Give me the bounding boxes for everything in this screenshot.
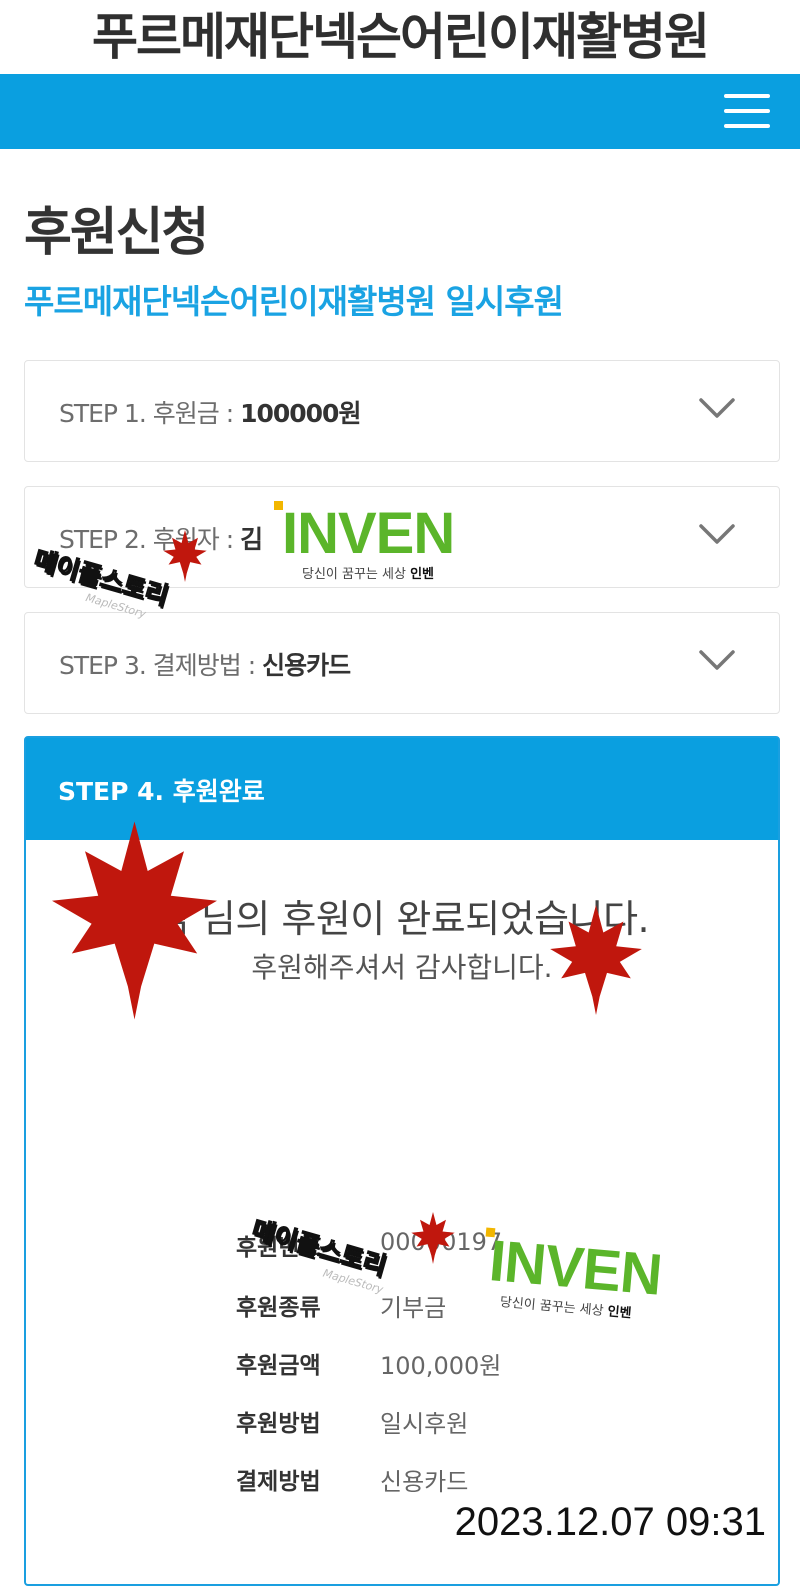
step-3-label: STEP 3. 결제방법 : 신용카드 <box>59 651 351 680</box>
chevron-down-icon[interactable] <box>699 649 735 671</box>
step-2-label: STEP 2. 후원자 : 김 <box>59 525 263 554</box>
detail-value: 100,000원 <box>380 1352 502 1380</box>
thanks-message: 후원해주셔서 감사합니다. <box>251 951 553 984</box>
step-1-accordion[interactable]: STEP 1. 후원금 : 100000원 <box>24 360 780 462</box>
site-title: 푸르메재단넥슨어린이재활병원 <box>92 8 710 66</box>
step-4-title: STEP 4. 후원완료 <box>58 777 265 806</box>
detail-label: 후원종류 <box>236 1295 321 1321</box>
step-4-panel: STEP 4. 후원완료 김 님의 후원이 완료되었습니다. 후원해주셔서 감사… <box>24 736 780 1586</box>
chevron-down-icon[interactable] <box>699 397 735 419</box>
step-4-header: STEP 4. 후원완료 <box>26 738 778 840</box>
timestamp: 2023.12.07 09:31 <box>454 1500 766 1544</box>
detail-value: 신용카드 <box>380 1468 469 1496</box>
hamburger-menu-icon[interactable] <box>724 94 770 128</box>
nav-bar <box>0 74 800 149</box>
detail-label: 후원번호 <box>236 1235 321 1261</box>
detail-value: 00000197 <box>380 1228 503 1256</box>
page-subtitle: 푸르메재단넥슨어린이재활병원 일시후원 <box>24 282 564 321</box>
completion-message: 김 님의 후원이 완료되었습니다. <box>154 897 650 941</box>
detail-value: 일시후원 <box>380 1410 469 1438</box>
step-2-value: 김 <box>240 525 263 554</box>
page-title: 후원신청 <box>24 203 209 263</box>
detail-label: 후원금액 <box>236 1353 321 1379</box>
step-3-value: 신용카드 <box>262 651 351 680</box>
step-1-value: 100000원 <box>240 399 361 428</box>
step-2-accordion[interactable]: STEP 2. 후원자 : 김 <box>24 486 780 588</box>
detail-value: 기부금 <box>380 1294 447 1322</box>
step-3-accordion[interactable]: STEP 3. 결제방법 : 신용카드 <box>24 612 780 714</box>
detail-label: 결제방법 <box>236 1469 321 1495</box>
detail-label: 후원방법 <box>236 1411 321 1437</box>
chevron-down-icon[interactable] <box>699 523 735 545</box>
step-1-label: STEP 1. 후원금 : 100000원 <box>59 399 361 428</box>
